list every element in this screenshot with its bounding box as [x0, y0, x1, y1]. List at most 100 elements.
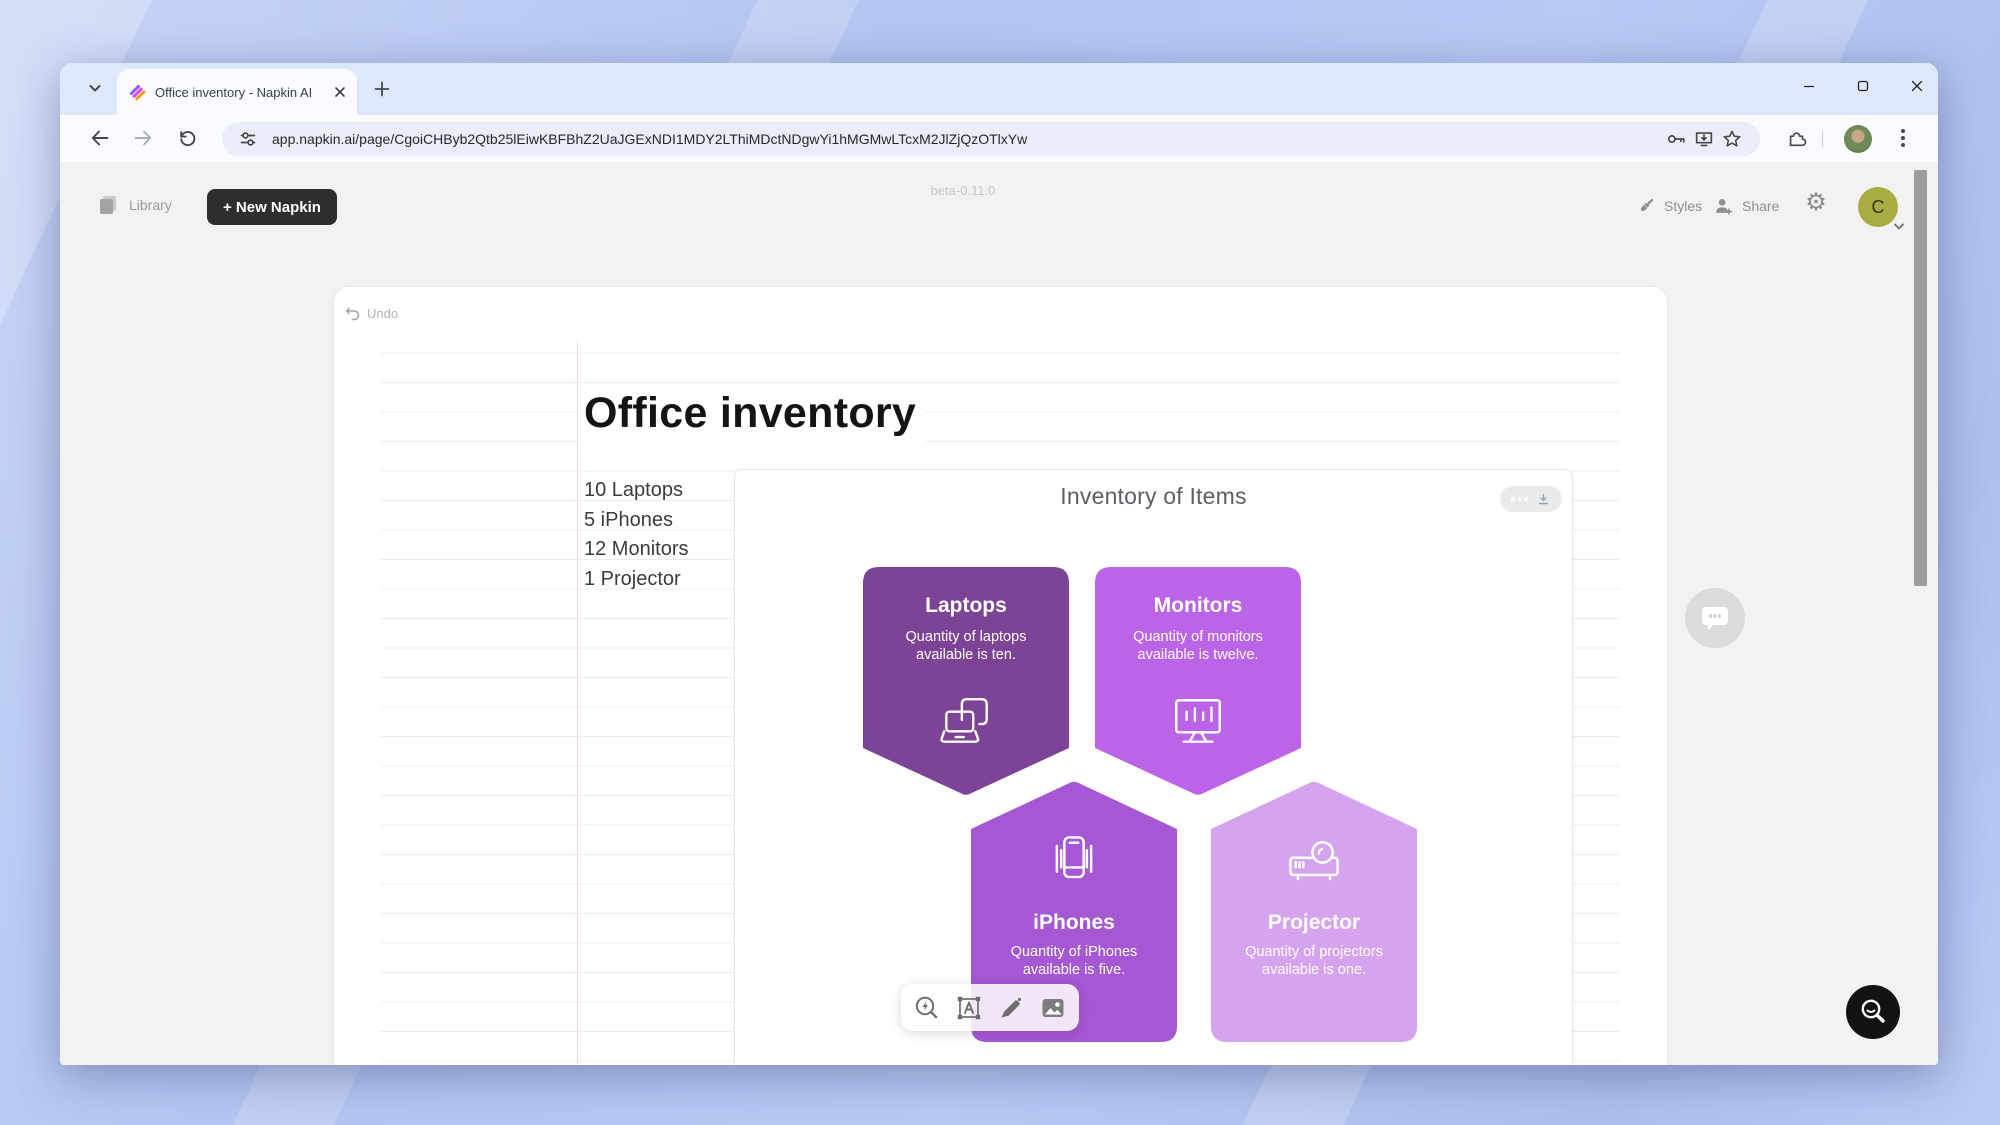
tab-close-button[interactable] — [331, 83, 349, 101]
tab-strip: Office inventory - Napkin AI — [60, 63, 1938, 115]
scrollbar-thumb[interactable] — [1914, 170, 1927, 586]
draw-pen-button[interactable] — [995, 992, 1027, 1024]
margin-line — [577, 341, 578, 1065]
list-item[interactable]: 1 Projector — [584, 565, 689, 595]
badge-title: Laptops — [863, 594, 1069, 618]
library-button[interactable]: Library — [96, 193, 172, 217]
browser-menu-button[interactable] — [1890, 122, 1916, 154]
url-text[interactable]: app.napkin.ai/page/CgoiCHByb2Qtb25lEiwKB… — [272, 131, 1662, 147]
minimize-icon — [1802, 79, 1816, 93]
badge-laptops[interactable]: Laptops Quantity of laptops available is… — [863, 567, 1069, 796]
browser-tab-active[interactable]: Office inventory - Napkin AI — [117, 69, 357, 115]
passwords-key-button[interactable] — [1662, 125, 1690, 153]
infographic-panel[interactable]: Inventory of Items Laptops Quantity — [734, 469, 1573, 1065]
search-magnifier-icon — [1858, 997, 1888, 1027]
reload-button[interactable] — [171, 122, 203, 154]
maximize-icon — [1856, 79, 1870, 93]
image-icon — [1039, 994, 1067, 1022]
avatar-chevron-icon[interactable] — [1892, 222, 1906, 232]
plus-icon — [372, 79, 392, 99]
badge-title: Projector — [1211, 911, 1417, 935]
address-bar[interactable]: app.napkin.ai/page/CgoiCHByb2Qtb25lEiwKB… — [222, 122, 1760, 156]
download-icon[interactable] — [1536, 492, 1551, 507]
new-napkin-button[interactable]: + New Napkin — [207, 189, 337, 225]
badge-description: Quantity of laptops available is ten. — [879, 629, 1053, 664]
tab-title: Office inventory - Napkin AI — [155, 85, 331, 100]
browser-window: Office inventory - Napkin AI — [60, 63, 1938, 1065]
share-label: Share — [1742, 198, 1779, 214]
desktop-background: Office inventory - Napkin AI — [0, 0, 2000, 1125]
tab-search-button[interactable] — [82, 76, 108, 102]
share-button[interactable]: Share — [1713, 195, 1779, 217]
badge-title: Monitors — [1095, 594, 1301, 618]
bookmark-star-button[interactable] — [1718, 125, 1746, 153]
forward-arrow-icon — [132, 127, 154, 149]
library-label: Library — [129, 197, 172, 213]
list-item[interactable]: 12 Monitors — [584, 535, 689, 565]
styles-button[interactable]: Styles — [1636, 195, 1702, 216]
settings-gear-icon[interactable]: ⚙ — [1801, 188, 1831, 218]
puzzle-icon — [1786, 127, 1808, 149]
list-item[interactable]: 10 Laptops — [584, 476, 689, 506]
napkin-app: Library + New Napkin beta-0.11.0 Styles — [60, 162, 1938, 1065]
napkin-favicon — [129, 84, 146, 101]
badge-title: iPhones — [971, 911, 1177, 935]
badge-description: Quantity of iPhones available is five. — [993, 944, 1155, 979]
site-settings-icon — [238, 129, 258, 149]
iphone-icon — [971, 831, 1177, 891]
auto-spark-button[interactable] — [911, 992, 943, 1024]
document-canvas[interactable]: Undo Office inventory 10 Laptops 5 iPhon… — [333, 286, 1668, 1065]
user-avatar[interactable]: C — [1858, 187, 1898, 227]
browser-toolbar: app.napkin.ai/page/CgoiCHByb2Qtb25lEiwKB… — [60, 115, 1938, 162]
styles-label: Styles — [1664, 198, 1702, 214]
undo-label: Undo — [367, 306, 398, 321]
infographic-title: Inventory of Items — [735, 483, 1572, 510]
image-tool-button[interactable] — [1037, 992, 1069, 1024]
spark-magnifier-icon — [913, 994, 941, 1022]
back-button[interactable] — [84, 122, 116, 154]
text-box-icon — [955, 994, 983, 1022]
badge-description: Quantity of monitors available is twelve… — [1111, 629, 1285, 664]
browser-profile-avatar[interactable] — [1844, 125, 1872, 153]
comments-button[interactable] — [1685, 588, 1745, 648]
maximize-button[interactable] — [1850, 73, 1876, 99]
install-icon — [1693, 128, 1715, 150]
more-options-icon[interactable] — [1511, 497, 1528, 501]
key-icon — [1665, 128, 1687, 150]
document-title[interactable]: Office inventory — [578, 387, 926, 442]
close-icon — [334, 86, 346, 98]
comment-bubble-icon — [1700, 604, 1730, 632]
marker-pen-icon — [997, 994, 1025, 1022]
new-tab-button[interactable] — [370, 78, 394, 102]
library-stack-icon — [96, 193, 120, 217]
chevron-down-icon — [84, 77, 106, 99]
monitor-icon — [1095, 693, 1301, 751]
reload-icon — [176, 127, 198, 149]
edit-toolbar — [901, 984, 1079, 1031]
projector-icon — [1211, 831, 1417, 891]
forward-button[interactable] — [127, 122, 159, 154]
search-button[interactable] — [1846, 985, 1900, 1039]
badge-monitors[interactable]: Monitors Quantity of monitors available … — [1095, 567, 1301, 796]
close-icon — [1910, 79, 1924, 93]
text-tool-button[interactable] — [953, 992, 985, 1024]
list-item[interactable]: 5 iPhones — [584, 506, 689, 536]
version-label: beta-0.11.0 — [903, 183, 1023, 198]
star-icon — [1721, 128, 1743, 150]
undo-button[interactable]: Undo — [344, 305, 398, 322]
infographic-actions-pill[interactable] — [1500, 486, 1562, 512]
paintbrush-icon — [1636, 195, 1657, 216]
toolbar-divider — [1822, 131, 1823, 147]
extensions-button[interactable] — [1781, 122, 1813, 154]
badge-description: Quantity of projectors available is one. — [1233, 944, 1395, 979]
person-add-icon — [1713, 195, 1735, 217]
undo-icon — [344, 305, 361, 322]
site-info-button[interactable] — [234, 125, 262, 153]
badge-projector[interactable]: Projector Quantity of projectors availab… — [1211, 781, 1417, 1042]
minimize-button[interactable] — [1796, 73, 1822, 99]
laptop-icon — [863, 693, 1069, 751]
close-window-button[interactable] — [1904, 73, 1930, 99]
inventory-list[interactable]: 10 Laptops 5 iPhones 12 Monitors 1 Proje… — [584, 476, 689, 594]
back-arrow-icon — [89, 127, 111, 149]
install-app-button[interactable] — [1690, 125, 1718, 153]
